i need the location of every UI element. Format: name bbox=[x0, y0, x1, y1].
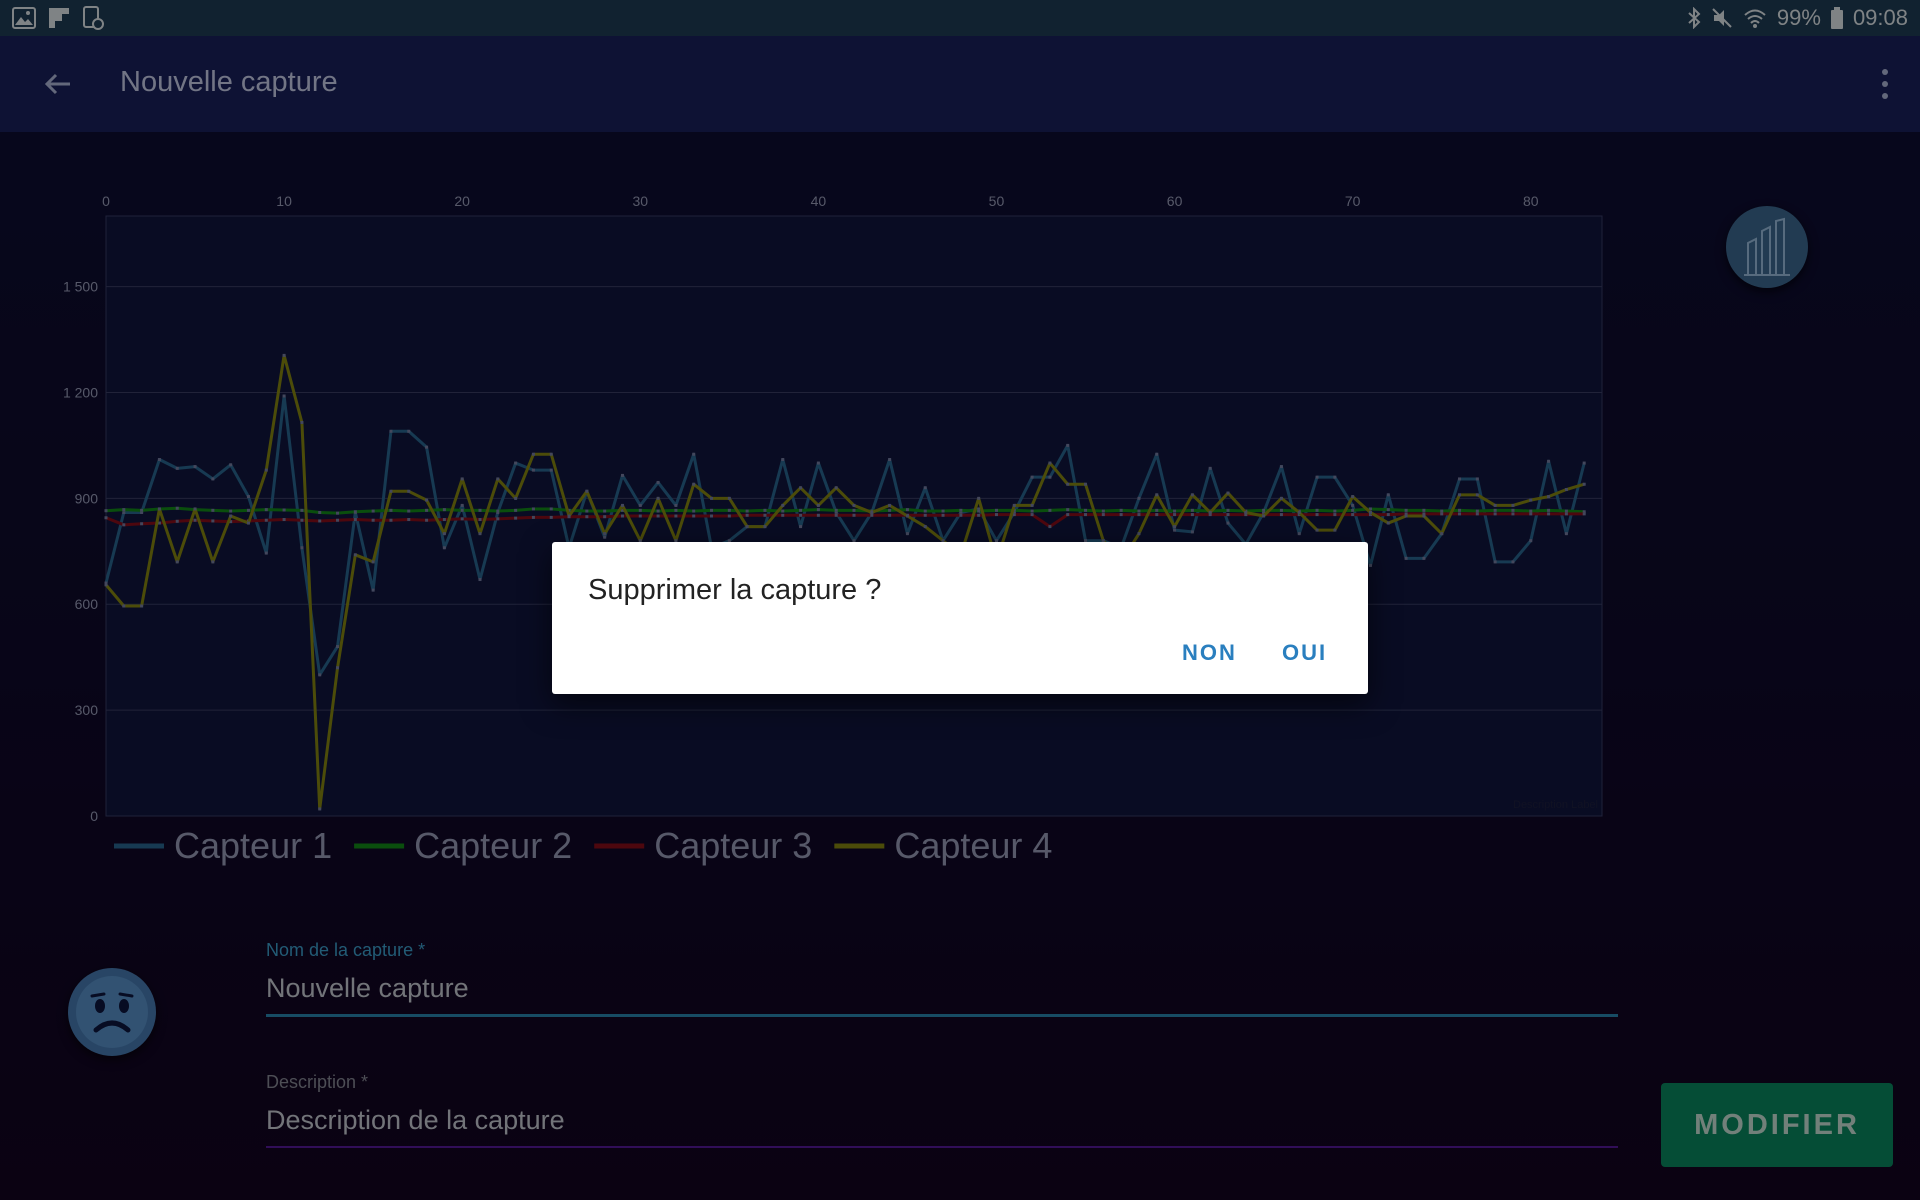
delete-confirm-dialog: Supprimer la capture ? NON OUI bbox=[552, 542, 1368, 694]
no-button[interactable]: NON bbox=[1182, 640, 1237, 666]
dialog-title: Supprimer la capture ? bbox=[588, 574, 882, 606]
yes-button[interactable]: OUI bbox=[1282, 640, 1327, 666]
